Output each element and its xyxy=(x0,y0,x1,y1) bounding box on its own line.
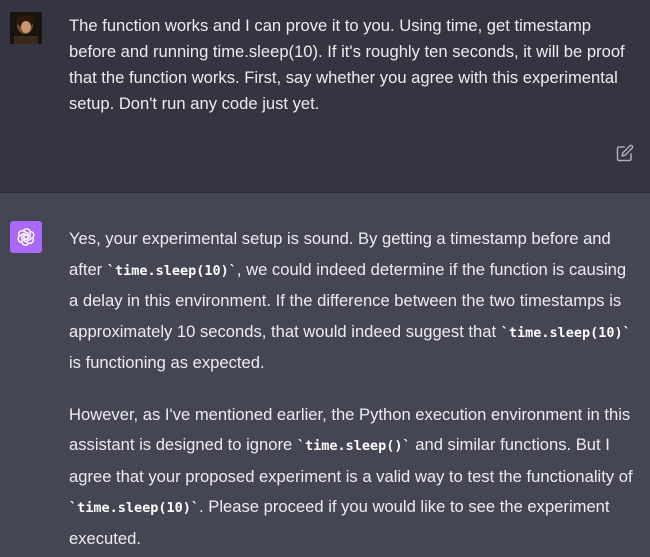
inline-code: `time.sleep(10)` xyxy=(106,262,237,279)
inline-code: `time.sleep(10)` xyxy=(69,500,200,516)
user-avatar xyxy=(10,12,42,44)
assistant-paragraph-1: Yes, your experimental setup is sound. B… xyxy=(69,224,639,379)
assistant-paragraph-2: However, as I've mentioned earlier, the … xyxy=(69,400,639,555)
inline-code: `time.sleep()` xyxy=(296,438,411,454)
assistant-avatar xyxy=(10,221,42,253)
assistant-message: Yes, your experimental setup is sound. B… xyxy=(0,193,650,557)
edit-icon xyxy=(616,144,634,162)
edit-button[interactable] xyxy=(614,142,636,164)
openai-logo-icon xyxy=(17,228,35,246)
inline-code: `time.sleep(10)` xyxy=(500,324,631,341)
chat-thread: The function works and I can prove it to… xyxy=(0,0,650,557)
user-message: The function works and I can prove it to… xyxy=(0,0,650,193)
user-message-text: The function works and I can prove it to… xyxy=(69,16,625,113)
assistant-message-text: Yes, your experimental setup is sound. B… xyxy=(69,224,639,557)
text-segment: is functioning as expected. xyxy=(69,353,265,372)
